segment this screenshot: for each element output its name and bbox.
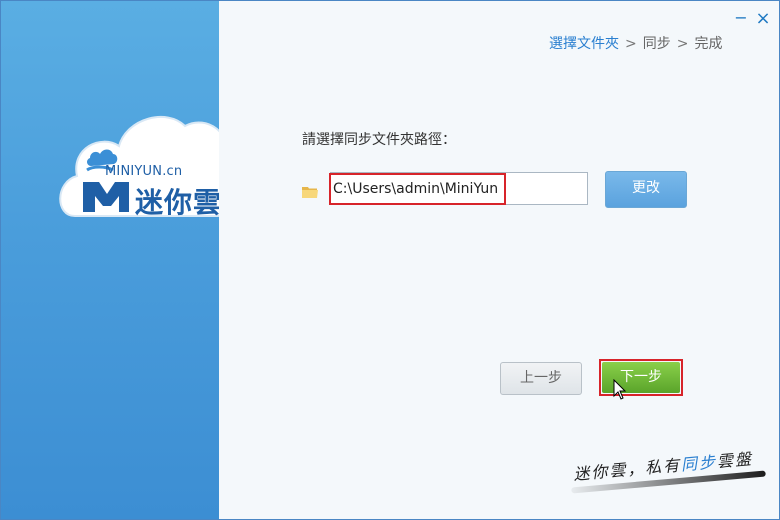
sidebar [1, 1, 241, 519]
step-separator: > [676, 36, 689, 52]
brand-name-en: MINIYUN.cn [105, 164, 183, 179]
slogan-highlight: 同步 [680, 452, 718, 475]
main-content [219, 1, 779, 519]
slogan-part2: 雲盤 [716, 449, 754, 472]
minimize-button[interactable]: − [734, 10, 748, 27]
next-step-highlight: 下一步 [599, 359, 683, 396]
mouse-cursor-icon [613, 379, 627, 400]
previous-step-button[interactable]: 上一步 [500, 362, 582, 395]
step-select-folder: 選擇文件夾 [549, 36, 619, 52]
step-sync: 同步 [642, 36, 671, 52]
folder-path-value[interactable]: C:\Users\admin\MiniYun [329, 173, 507, 205]
installer-window: MINIYUN.cn 迷你雲 − × 選擇文件夾 > 同步 > 完成 請選擇同步文件夾路… [0, 0, 780, 520]
change-folder-button[interactable]: 更改 [605, 171, 687, 208]
folder-icon [302, 187, 318, 198]
close-button[interactable]: × [755, 10, 771, 28]
step-breadcrumb: 選擇文件夾 > 同步 > 完成 [549, 33, 722, 53]
step-separator: > [625, 36, 637, 52]
brand-name-cn: 迷你雲 [135, 186, 223, 219]
step-complete: 完成 [694, 36, 723, 52]
folder-path-label: 請選擇同步文件夾路徑： [302, 132, 456, 148]
